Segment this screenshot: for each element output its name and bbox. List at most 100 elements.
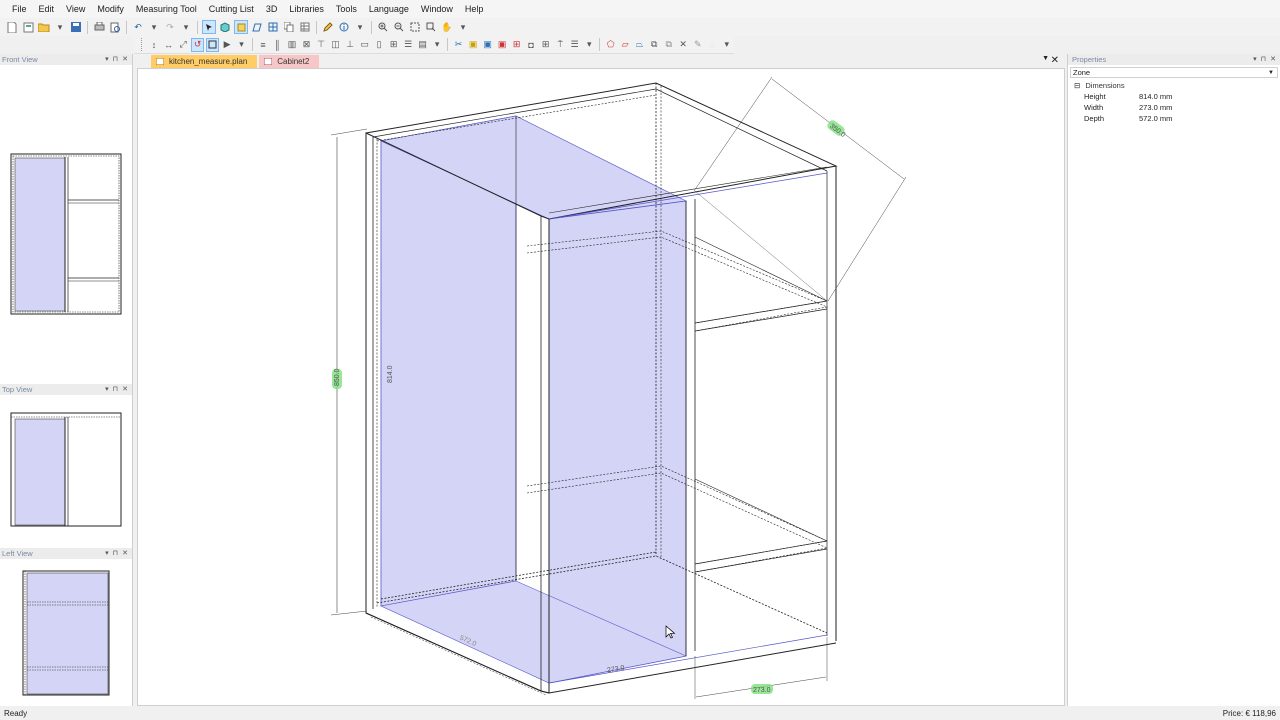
pin-icon[interactable]: ⊓: [113, 54, 118, 65]
stack-icon[interactable]: ▤: [416, 38, 429, 52]
select-tool-icon[interactable]: [202, 20, 216, 34]
property-value[interactable]: 814.0 mm: [1139, 91, 1172, 102]
toolbar-grip[interactable]: [141, 38, 144, 51]
close-icon[interactable]: ✕: [122, 54, 128, 65]
play-icon[interactable]: ▶: [221, 38, 234, 52]
group-icon[interactable]: ⧉: [648, 38, 661, 52]
tab-cabinet2[interactable]: Cabinet2: [259, 55, 320, 68]
3d-drawing-canvas[interactable]: 850.0 814.0 350.0 572.0 273.0 273.0: [137, 68, 1065, 706]
pin-icon[interactable]: ⊓: [1261, 54, 1266, 65]
close-x-icon[interactable]: ✕: [677, 38, 690, 52]
chevron-down-icon[interactable]: ▾: [583, 38, 596, 52]
zoom-in-icon[interactable]: [376, 20, 390, 34]
chevron-down-icon[interactable]: ▾: [105, 384, 109, 395]
collapse-icon[interactable]: ⊟: [1074, 81, 1080, 90]
print-preview-icon[interactable]: [108, 20, 122, 34]
horizontal-arrow-icon[interactable]: ↔: [162, 38, 175, 52]
menu-cutting-list[interactable]: Cutting List: [203, 0, 260, 18]
drawer-icon[interactable]: ☰: [402, 38, 415, 52]
red-shape-icon[interactable]: ⬠: [604, 38, 617, 52]
table-icon[interactable]: [298, 20, 312, 34]
undo-icon[interactable]: ↶: [131, 20, 145, 34]
menu-3d[interactable]: 3D: [260, 0, 284, 18]
chevron-down-icon[interactable]: ▼: [1042, 55, 1049, 62]
pan-hand-icon[interactable]: ✋: [440, 20, 454, 34]
chevron-down-icon[interactable]: ▾: [431, 38, 444, 52]
close-icon[interactable]: ✕: [122, 548, 128, 559]
chevron-down-icon[interactable]: ▾: [105, 548, 109, 559]
shelves-icon[interactable]: ≡: [257, 38, 270, 52]
tab-kitchen-measure-plan[interactable]: kitchen_measure.plan: [151, 55, 258, 68]
ungroup-icon[interactable]: ⧉: [662, 38, 675, 52]
menu-help[interactable]: Help: [459, 0, 490, 18]
grid-cell-icon[interactable]: ⊞: [387, 38, 400, 52]
property-row-depth[interactable]: Depth 572.0 mm: [1068, 113, 1280, 124]
menu-edit[interactable]: Edit: [33, 0, 61, 18]
box-icon[interactable]: ▭: [358, 38, 371, 52]
handle-icon[interactable]: ⍑: [554, 38, 567, 52]
save-icon[interactable]: [69, 20, 83, 34]
pin-icon[interactable]: ⊓: [113, 384, 118, 395]
print-icon[interactable]: [92, 20, 106, 34]
chevron-down-icon[interactable]: ▾: [456, 20, 470, 34]
new-file-icon[interactable]: [5, 20, 19, 34]
red-outline-icon[interactable]: ▱: [619, 38, 632, 52]
close-icon[interactable]: ✕: [1270, 54, 1276, 65]
pin-icon[interactable]: ⊓: [113, 548, 118, 559]
disabled-icon[interactable]: ◌: [706, 38, 719, 52]
property-value[interactable]: 572.0 mm: [1139, 113, 1172, 124]
chevron-down-icon[interactable]: ▾: [353, 20, 367, 34]
black-panel-icon[interactable]: ◘: [525, 38, 538, 52]
vertical-arrow-icon[interactable]: ↕: [148, 38, 161, 52]
redo-icon[interactable]: ↷: [163, 20, 177, 34]
top-view-canvas[interactable]: [0, 395, 132, 548]
chevron-down-icon[interactable]: ▾: [105, 54, 109, 65]
menu-view[interactable]: View: [60, 0, 91, 18]
dividers-icon[interactable]: ║: [271, 38, 284, 52]
diagonal-arrow-icon[interactable]: ⤢: [177, 38, 190, 52]
door-icon[interactable]: ▯: [373, 38, 386, 52]
arc-dimension-icon[interactable]: ↺: [191, 37, 205, 52]
menu-file[interactable]: File: [6, 0, 33, 18]
left-view-canvas[interactable]: [0, 559, 132, 706]
cabinet-icon[interactable]: ▥: [286, 38, 299, 52]
menu-tools[interactable]: Tools: [330, 0, 363, 18]
chevron-down-icon[interactable]: ▾: [720, 38, 733, 52]
chevron-down-icon[interactable]: ▾: [147, 20, 161, 34]
3d-box-icon[interactable]: [218, 20, 232, 34]
info-icon[interactable]: [337, 20, 351, 34]
split-icon[interactable]: ◫: [329, 38, 342, 52]
chevron-down-icon[interactable]: ▾: [53, 20, 67, 34]
dimensions-group[interactable]: ⊟ Dimensions: [1068, 80, 1280, 91]
tool-icon[interactable]: ✎: [691, 38, 704, 52]
list-icon[interactable]: ☰: [568, 38, 581, 52]
chevron-down-icon[interactable]: ▾: [179, 20, 193, 34]
chevron-down-icon[interactable]: ▾: [235, 38, 248, 52]
new-project-icon[interactable]: [21, 20, 35, 34]
property-row-width[interactable]: Width 273.0 mm: [1068, 102, 1280, 113]
yellow-panel-icon[interactable]: [234, 20, 248, 34]
chevron-down-icon[interactable]: ▾: [1253, 54, 1257, 65]
yellow-box-icon[interactable]: ▣: [467, 38, 480, 52]
front-view-canvas[interactable]: [0, 65, 132, 384]
object-type-select[interactable]: Zone ▼: [1070, 67, 1278, 78]
zoom-extents-icon[interactable]: [408, 20, 422, 34]
property-value[interactable]: 273.0 mm: [1139, 102, 1172, 113]
menu-libraries[interactable]: Libraries: [283, 0, 330, 18]
zoom-window-icon[interactable]: [424, 20, 438, 34]
blue-shape-icon[interactable]: ⏢: [633, 38, 646, 52]
base-icon[interactable]: ⊥: [344, 38, 357, 52]
cross-bracing-icon[interactable]: ⊠: [300, 38, 313, 52]
property-row-height[interactable]: Height 814.0 mm: [1068, 91, 1280, 102]
red-box-icon[interactable]: ▣: [496, 38, 509, 52]
close-icon[interactable]: ✕: [122, 384, 128, 395]
open-folder-icon[interactable]: [37, 20, 51, 34]
frame-icon[interactable]: [206, 37, 219, 52]
red-grid-icon[interactable]: ⊞: [510, 38, 523, 52]
pencil-icon[interactable]: [321, 20, 335, 34]
copy-icon[interactable]: [282, 20, 296, 34]
grid-icon[interactable]: [266, 20, 280, 34]
panel-t-icon[interactable]: ⊤: [315, 38, 328, 52]
blue-box-icon[interactable]: ▣: [481, 38, 494, 52]
cut-icon[interactable]: ✂: [452, 38, 465, 52]
